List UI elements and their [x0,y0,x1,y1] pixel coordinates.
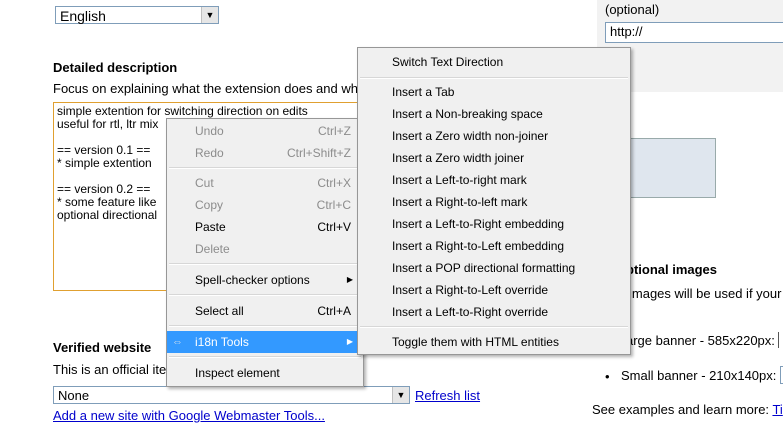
submenu-item-label: Insert a Tab [392,85,455,99]
i18n-label: i18n Tools [195,335,249,349]
menu-item-undo[interactable]: Undo Ctrl+Z [167,120,363,142]
undo-label: Undo [195,124,224,138]
menu-item-inspect-element[interactable]: Inspect element [167,362,363,384]
submenu-item[interactable]: Switch Text Direction [358,51,630,73]
screenshot-thumbnail [628,138,716,198]
small-banner-label: Small banner - 210x140px: [621,368,777,383]
submenu-item-label: Insert a Right-to-left mark [392,195,528,209]
submenu-item[interactable]: Insert a Non-breaking space [358,103,630,125]
refresh-list-link[interactable]: Refresh list [415,388,480,403]
submenu-item[interactable]: Insert a Left-to-Right override [358,301,630,323]
menu-separator [169,263,361,265]
menu-separator [169,356,361,358]
menu-item-spell-checker[interactable]: Spell-checker options ▶ [167,269,363,291]
context-menu: Undo Ctrl+Z Redo Ctrl+Shift+Z Cut Ctrl+X… [166,118,364,387]
menu-item-copy[interactable]: Copy Ctrl+C [167,194,363,216]
examples-link[interactable]: Ti [772,402,782,417]
chevron-down-icon[interactable]: ▼ [201,7,218,23]
menu-item-redo[interactable]: Redo Ctrl+Shift+Z [167,142,363,164]
homepage-optional-label: (optional) [605,2,660,17]
submenu-item[interactable]: Insert a Tab [358,81,630,103]
submenu-item[interactable]: Insert a Right-to-Left embedding [358,235,630,257]
redo-label: Redo [195,146,224,160]
menu-item-paste[interactable]: Paste Ctrl+V [167,216,363,238]
select-all-label: Select all [195,304,244,318]
submenu-item[interactable]: Insert a Zero width joiner [358,147,630,169]
redo-shortcut: Ctrl+Shift+Z [286,146,351,160]
submenu-arrow-icon: ▶ [346,337,353,346]
menu-item-i18n-tools[interactable]: ⇔ i18n Tools ▶ [167,331,363,353]
verified-site-select[interactable]: None ▼ [53,386,410,404]
submenu-item[interactable]: Insert a Right-to-left mark [358,191,630,213]
optional-images-heading: ptional images [626,262,718,277]
submenu-item-label: Insert a Left-to-Right override [392,305,549,319]
optional-images-hint: images will be used if your [629,286,782,301]
copy-label: Copy [195,198,224,212]
cut-shortcut: Ctrl+X [317,176,351,190]
copy-shortcut: Ctrl+C [316,198,351,212]
menu-separator [169,294,361,296]
language-select[interactable]: English ▼ [55,6,219,24]
select-all-shortcut: Ctrl+A [317,304,351,318]
bidi-arrows-icon: ⇔ [172,336,183,348]
submenu-item[interactable]: Toggle them with HTML entities [358,331,630,353]
verified-hint: This is an official ite [53,362,167,377]
language-select-value: English [60,8,106,24]
submenu-item-label: Insert a Zero width non-joiner [392,129,549,143]
chevron-down-icon[interactable]: ▼ [392,387,409,403]
submenu-item-label: Switch Text Direction [392,55,504,69]
menu-separator [169,167,361,169]
description-heading: Detailed description [53,60,178,75]
submenu-item-label: Toggle them with HTML entities [392,335,559,349]
paste-shortcut: Ctrl+V [317,220,351,234]
menu-separator [360,77,628,79]
submenu-item[interactable]: Insert a Left-to-right mark [358,169,630,191]
verified-select-value: None [58,388,90,403]
large-banner-input-edge[interactable] [778,332,779,348]
submenu-item[interactable]: Insert a Right-to-Left override [358,279,630,301]
submenu-item-label: Insert a Left-to-right mark [392,173,527,187]
add-site-link[interactable]: Add a new site with Google Webmaster Too… [53,408,325,423]
paste-label: Paste [195,220,226,234]
spell-label: Spell-checker options [195,273,310,287]
submenu-item[interactable]: Insert a Zero width non-joiner [358,125,630,147]
submenu-item-label: Insert a POP directional formatting [392,261,576,275]
submenu-item-label: Insert a Right-to-Left override [392,283,549,297]
menu-item-delete[interactable]: Delete [167,238,363,260]
bullet-icon: • [605,369,610,384]
submenu-item-label: Insert a Left-to-Right embedding [392,217,565,231]
menu-item-select-all[interactable]: Select all Ctrl+A [167,300,363,322]
menu-item-cut[interactable]: Cut Ctrl+X [167,172,363,194]
submenu-item-label: Insert a Right-to-Left embedding [392,239,565,253]
submenu-item[interactable]: Insert a POP directional formatting [358,257,630,279]
submenu-item-label: Insert a Zero width joiner [392,151,525,165]
inspect-label: Inspect element [195,366,280,380]
examples-text: See examples and learn more: Ti [592,402,783,417]
description-hint: Focus on explaining what the extension d… [53,81,358,96]
menu-separator [360,326,628,328]
submenu-item[interactable]: Insert a Left-to-Right embedding [358,213,630,235]
cut-label: Cut [195,176,214,190]
menu-separator [169,325,361,327]
undo-shortcut: Ctrl+Z [318,124,351,138]
i18n-submenu: Switch Text Direction Insert a Tab Insert … [357,47,631,355]
large-banner-label: arge banner - 585x220px: [626,333,775,348]
submenu-item-label: Insert a Non-breaking space [392,107,543,121]
examples-label: See examples and learn more: [592,402,770,417]
delete-label: Delete [195,242,230,256]
homepage-url-input[interactable]: http:// [605,22,783,43]
verified-heading: Verified website [53,340,152,355]
submenu-arrow-icon: ▶ [346,275,353,284]
